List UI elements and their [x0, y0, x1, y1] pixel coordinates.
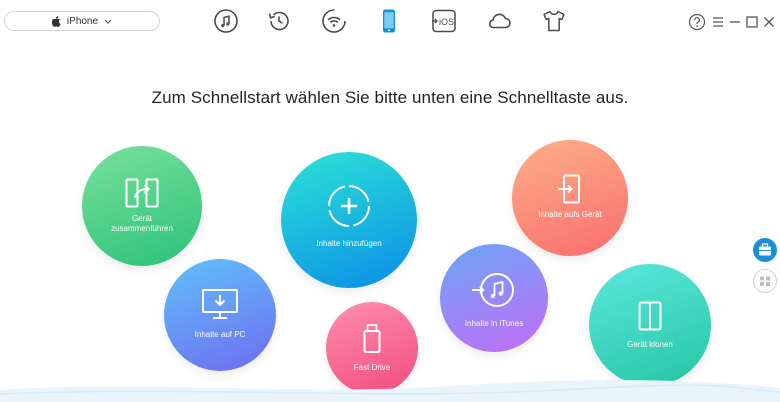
merge-label: Gerät zusammenführen	[92, 214, 193, 234]
content-to-pc-label: Inhalte auf PC	[194, 330, 246, 339]
content-to-itunes-button[interactable]: Inhalte in iTunes	[440, 244, 548, 352]
itunes-transfer-icon	[472, 273, 514, 307]
usb-drive-icon	[363, 324, 381, 353]
merge-icon	[125, 178, 159, 208]
maximize-icon[interactable]	[743, 13, 761, 31]
history-icon[interactable]	[266, 8, 292, 34]
toolbox-icon	[759, 243, 771, 256]
tshirt-icon[interactable]	[541, 8, 567, 34]
grid-icon	[760, 276, 770, 286]
ios-mover-icon[interactable]: iOS	[431, 8, 457, 34]
merge-label-line2: zusammenführen	[111, 224, 173, 233]
content-to-pc-button[interactable]: Inhalte auf PC	[164, 259, 276, 371]
phone-icon[interactable]	[376, 8, 402, 34]
close-icon[interactable]	[760, 13, 778, 31]
grid-view-button[interactable]	[753, 269, 777, 293]
content-to-itunes-label: Inhalte in iTunes	[464, 319, 524, 328]
device-selector[interactable]: iPhone	[4, 11, 160, 31]
chevron-down-icon	[104, 19, 112, 24]
merge-label-line1: Gerät	[131, 214, 152, 223]
content-to-device-label: Inhalte aufs Gerät	[538, 210, 602, 219]
apple-icon	[51, 15, 61, 27]
decorative-wave	[0, 380, 780, 402]
add-content-label: Inhalte hinzufügen	[316, 239, 382, 248]
music-icon[interactable]	[213, 8, 239, 34]
clone-icon	[638, 301, 662, 331]
toolbox-button[interactable]	[753, 238, 777, 262]
ios-label: iOS	[439, 17, 454, 27]
menu-icon[interactable]	[709, 13, 727, 31]
device-name: iPhone	[66, 15, 99, 27]
page-title: Zum Schnellstart wählen Sie bitte unten …	[151, 88, 629, 107]
merge-devices-button[interactable]: Gerät zusammenführen	[82, 146, 202, 266]
cloud-icon[interactable]	[486, 8, 512, 34]
add-icon	[328, 185, 370, 227]
monitor-download-icon	[202, 289, 238, 319]
add-content-button[interactable]: Inhalte hinzufügen	[281, 152, 417, 288]
clone-device-label: Gerät klonen	[627, 340, 673, 349]
import-to-device-icon	[558, 174, 580, 204]
content-to-device-button[interactable]: Inhalte aufs Gerät	[512, 140, 628, 256]
top-toolbar: iPhone iOS	[0, 0, 780, 44]
help-icon[interactable]	[688, 13, 706, 31]
clone-device-button[interactable]: Gerät klonen	[589, 264, 711, 386]
minimize-icon[interactable]	[726, 13, 744, 31]
wifi-sync-icon[interactable]	[321, 8, 347, 34]
